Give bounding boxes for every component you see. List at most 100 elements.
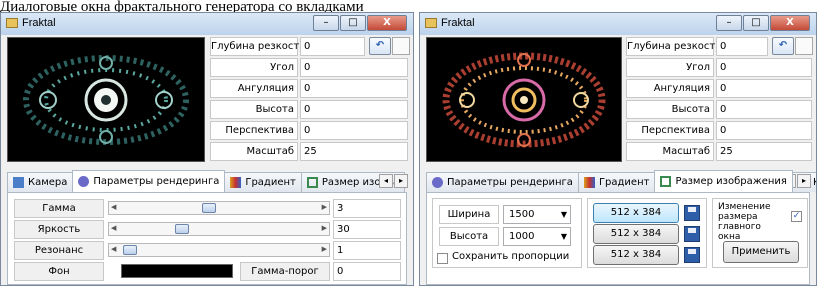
fractal-image [442, 52, 606, 148]
save-icon[interactable] [684, 226, 700, 242]
gamma-slider[interactable]: ◀ ▶ [108, 201, 330, 215]
gamma-threshold-label: Гамма-порог [240, 262, 330, 281]
prop-value-height[interactable]: 0 [716, 100, 812, 119]
tab-scroll-right[interactable]: ▸ [394, 174, 408, 188]
resonance-value[interactable]: 1 [333, 241, 401, 260]
save-icon[interactable] [684, 247, 700, 263]
prop-value-scale[interactable]: 25 [300, 142, 408, 161]
arrow-right-icon: ▶ [321, 245, 327, 253]
tab-render-params[interactable]: Параметры рендеринга [426, 172, 579, 192]
app-icon [425, 18, 437, 28]
arrow-left-icon: ◀ [111, 245, 117, 253]
camera-props: Глубина резкости 0 ↶ Угол 0 Ангуляция 0 Выс… [210, 37, 410, 165]
caption: Диалоговые окна фрактального генератора … [0, 0, 364, 12]
minimize-button[interactable]: – [313, 15, 339, 31]
fraktal-window-size: Fraktal – □ X Глубина резкости 0 ↶ Угол 0 … [419, 12, 817, 286]
apply-button[interactable]: Применить [723, 241, 799, 263]
extra-button[interactable] [392, 37, 410, 55]
resize-icon [660, 176, 672, 187]
tab-scroll-left[interactable]: ◂ [379, 174, 393, 188]
fractal-image [23, 55, 189, 145]
prop-label-height: Высота [626, 100, 714, 119]
tab-image-size[interactable]: Размер изображения [654, 170, 793, 192]
resize-window-checkbox[interactable]: ✓ [791, 211, 802, 222]
brightness-slider[interactable]: ◀ ▶ [108, 222, 330, 236]
save-icon[interactable] [684, 205, 700, 221]
slider-thumb[interactable] [202, 203, 216, 213]
fractal-preview [7, 37, 205, 162]
slider-thumb[interactable] [123, 245, 137, 255]
window-title: Fraktal [22, 17, 56, 29]
undo-button[interactable]: ↶ [772, 37, 794, 55]
tab-strip: Камера Параметры рендеринга Градиент Раз… [7, 170, 406, 192]
close-button[interactable]: X [770, 15, 810, 31]
render-panel: Гамма ◀ ▶ 3 Яркость ◀ ▶ 30 Резонанс ◀ ▶ … [7, 192, 407, 285]
tab-camera[interactable]: Камера [7, 172, 74, 192]
window-resize-group: Изменение размера главного окна ✓ Примен… [712, 198, 808, 268]
prop-value-angle[interactable]: 0 [716, 58, 812, 77]
width-select[interactable]: 1500 ▼ [503, 205, 571, 224]
tab-label: Размер изображения [675, 175, 787, 187]
fraktal-window-render: Fraktal – □ X Глубина резкости 0 ↶ Угол 0 … [0, 12, 414, 286]
prop-value-angulation[interactable]: 0 [300, 79, 408, 98]
background-label: Фон [14, 262, 104, 281]
app-icon [6, 18, 18, 28]
tab-gradient[interactable]: Градиент [224, 172, 302, 192]
tab-label: Параметры рендеринга [447, 176, 573, 188]
gamma-value[interactable]: 3 [333, 199, 401, 218]
prop-label-angulation: Ангуляция [626, 79, 714, 98]
maximize-button[interactable]: □ [340, 15, 366, 31]
prop-label-depth: Глубина резкости [626, 37, 722, 56]
arrow-right-icon: ▶ [321, 224, 327, 232]
keep-aspect-label: Сохранить пропорции [452, 251, 570, 262]
size-group: Ширина 1500 ▼ Высота 1000 ▼ Сохранить проп… [432, 198, 582, 268]
resonance-slider[interactable]: ◀ ▶ [108, 243, 330, 257]
prop-value-angulation[interactable]: 0 [716, 79, 812, 98]
title-bar[interactable]: Fraktal – □ X [420, 13, 816, 35]
arrow-left-icon: ◀ [111, 224, 117, 232]
undo-button[interactable]: ↶ [369, 37, 391, 55]
height-select[interactable]: 1000 ▼ [503, 227, 571, 246]
title-bar[interactable]: Fraktal – □ X [1, 13, 413, 35]
preset-button-1[interactable]: 512 x 384 [593, 203, 679, 223]
gamma-label: Гамма [14, 199, 104, 218]
fractal-preview [426, 37, 622, 162]
resize-window-label: Изменение размера главного окна [718, 202, 771, 242]
prop-value-depth[interactable]: 0 [300, 37, 365, 56]
resonance-label: Резонанс [14, 241, 104, 260]
close-button[interactable]: X [367, 15, 407, 31]
preset-button-2[interactable]: 512 x 384 [593, 224, 679, 244]
tab-label: Градиент [598, 176, 650, 188]
prop-value-angle[interactable]: 0 [300, 58, 408, 77]
camera-props: Глубина резкости 0 ↶ Угол 0 Ангуляция 0 Выс… [626, 37, 813, 165]
tab-gradient[interactable]: Градиент [577, 172, 656, 192]
prop-value-depth[interactable]: 0 [716, 37, 768, 56]
gamma-threshold-value[interactable]: 0 [333, 262, 401, 281]
prop-label-perspective: Перспектива [210, 121, 298, 140]
chevron-down-icon: ▼ [560, 232, 567, 241]
brightness-label: Яркость [14, 220, 104, 239]
background-color-swatch[interactable] [121, 264, 233, 278]
tab-label: Градиент [245, 176, 296, 188]
maximize-button[interactable]: □ [743, 15, 769, 31]
prop-label-scale: Масштаб [210, 142, 298, 161]
prop-value-perspective[interactable]: 0 [300, 121, 408, 140]
extra-button[interactable] [795, 37, 813, 55]
size-panel: Ширина 1500 ▼ Высота 1000 ▼ Сохранить проп… [426, 192, 810, 285]
prop-value-height[interactable]: 0 [300, 100, 408, 119]
keep-aspect-checkbox[interactable] [437, 253, 448, 264]
preset-button-3[interactable]: 512 x 384 [593, 245, 679, 265]
gradient-icon [583, 177, 595, 188]
slider-thumb[interactable] [175, 224, 189, 234]
tab-scroll-right[interactable]: ▸ [797, 174, 811, 188]
prop-label-height: Высота [210, 100, 298, 119]
brightness-value[interactable]: 30 [333, 220, 401, 239]
height-label: Высота [439, 227, 499, 246]
tab-label: Камера [28, 176, 68, 188]
minimize-button[interactable]: – [716, 15, 742, 31]
prop-value-perspective[interactable]: 0 [716, 121, 812, 140]
tab-strip: Параметры рендеринга Градиент Размер изо… [426, 170, 816, 192]
prop-value-scale[interactable]: 25 [716, 142, 812, 161]
chevron-down-icon: ▼ [560, 210, 567, 219]
tab-render-params[interactable]: Параметры рендеринга [72, 170, 226, 192]
